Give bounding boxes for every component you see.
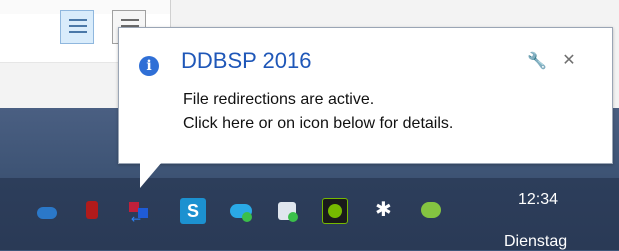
clock-day[interactable]: Dienstag (504, 233, 567, 251)
notification-balloon[interactable]: i DDBSP 2016 🔧 ✕ File redirections are a… (118, 27, 613, 164)
dropbox-icon[interactable] (274, 198, 300, 224)
info-icon: i (139, 56, 159, 76)
balloon-message-line2: Click here or on icon below for details. (183, 115, 454, 132)
s-app-icon[interactable]: S (180, 198, 206, 224)
wrench-icon[interactable]: 🔧 (527, 51, 547, 71)
balloon-tail (140, 162, 162, 188)
green-app-icon[interactable] (418, 198, 444, 224)
red-app-icon[interactable] (80, 198, 106, 224)
list-view-icon[interactable] (60, 10, 94, 44)
file-redirection-icon[interactable]: ← (126, 198, 152, 226)
close-icon[interactable]: ✕ (559, 50, 579, 70)
onedrive-cloud-icon[interactable] (34, 198, 60, 224)
cloud-sync-icon[interactable] (228, 198, 254, 224)
nvidia-icon[interactable] (322, 198, 348, 224)
balloon-message-line1: File redirections are active. (183, 91, 375, 108)
clock-time[interactable]: 12:34 (518, 191, 558, 209)
bluetooth-icon[interactable] (372, 197, 398, 224)
balloon-title: DDBSP 2016 (181, 48, 312, 73)
